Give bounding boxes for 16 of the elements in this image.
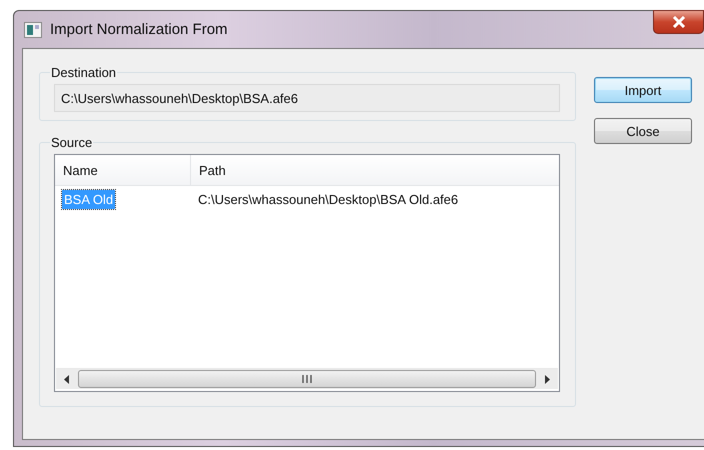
window-icon [24,22,42,38]
scroll-right-icon[interactable] [544,374,550,384]
dialog-button[interactable]: Close [594,118,692,144]
group-label: Source [50,135,94,150]
table-cell[interactable]: C:\Users\whassouneh\Desktop\BSA Old.afe6 [198,192,458,206]
column-header[interactable]: Path [191,155,559,185]
close-icon[interactable] [653,10,704,34]
grip-icon [301,375,313,383]
dialog-button[interactable]: Import [594,77,692,103]
window-title: Import Normalization From [50,21,228,38]
scrollbar-thumb[interactable] [78,370,536,388]
group-label: Destination [50,65,118,80]
scroll-left-icon[interactable] [64,374,70,384]
column-header[interactable]: Name [55,155,191,185]
horizontal-scrollbar[interactable] [56,368,558,389]
destination-field[interactable]: C:\Users\whassouneh\Desktop\BSA.afe6 [54,84,560,112]
